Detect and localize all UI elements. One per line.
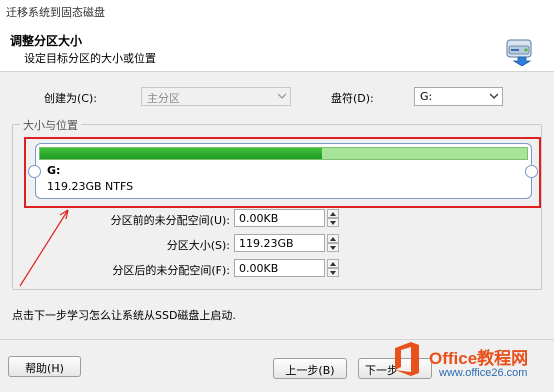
chevron-down-icon [490,93,498,99]
watermark-brand: Office教程网 [429,349,529,368]
drive-letter-label: 盘符(D): [331,92,374,105]
partition-map[interactable]: G: 119.23GB NTFS [35,143,532,199]
stepper-up-icon[interactable] [327,259,339,268]
partition-size-stepper[interactable] [327,234,339,252]
drive-letter-value: G: [420,90,433,103]
unallocated-after-stepper[interactable] [327,259,339,277]
stepper-up-icon[interactable] [327,209,339,218]
boot-hint-text: 点击下一步学习怎么让系统从SSD磁盘上启动. [12,309,236,322]
back-button[interactable]: 上一步(B) [273,358,347,379]
partition-drive-letter: G: [47,164,61,177]
wizard-header: 调整分区大小 设定目标分区的大小或位置 [0,22,554,72]
partition-size-info: 119.23GB NTFS [47,180,134,193]
create-as-value: 主分区 [147,92,180,105]
partition-right-resize-handle[interactable] [525,165,538,178]
watermark-url: www.office26.com [439,367,528,379]
unallocated-before-label: 分区前的未分配空间(U): [110,214,230,227]
drive-letter-select[interactable]: G: [414,87,503,106]
unallocated-before-input[interactable]: 0.00KB [234,209,325,227]
partition-left-resize-handle[interactable] [28,165,41,178]
migrate-os-dialog: 迁移系统到固态磁盘 调整分区大小 设定目标分区的大小或位置 创建为(C): 主分… [0,0,554,392]
unallocated-before-stepper[interactable] [327,209,339,227]
stepper-down-icon[interactable] [327,243,339,252]
stepper-down-icon[interactable] [327,268,339,277]
unallocated-after-input[interactable]: 0.00KB [234,259,325,277]
office-logo-icon [395,342,419,376]
partition-size-label: 分区大小(S): [166,239,230,252]
stepper-down-icon[interactable] [327,218,339,227]
create-as-label: 创建为(C): [44,92,97,105]
stepper-up-icon[interactable] [327,234,339,243]
create-as-select[interactable]: 主分区 [141,87,291,106]
unallocated-after-label: 分区后的未分配空间(F): [112,264,230,277]
size-position-title: 大小与位置 [20,117,81,133]
office-watermark: Office教程网 www.office26.com [391,340,554,392]
help-button[interactable]: 帮助(H) [8,356,81,377]
partition-size-input[interactable]: 119.23GB [234,234,325,252]
partition-usage-bar [39,147,528,160]
page-subtitle: 设定目标分区的大小或位置 [24,52,156,65]
partition-used-fill [40,148,323,159]
page-title: 调整分区大小 [10,34,83,48]
window-title: 迁移系统到固态磁盘 [0,0,554,22]
disk-wizard-icon [506,39,532,66]
chevron-down-icon [278,93,286,99]
